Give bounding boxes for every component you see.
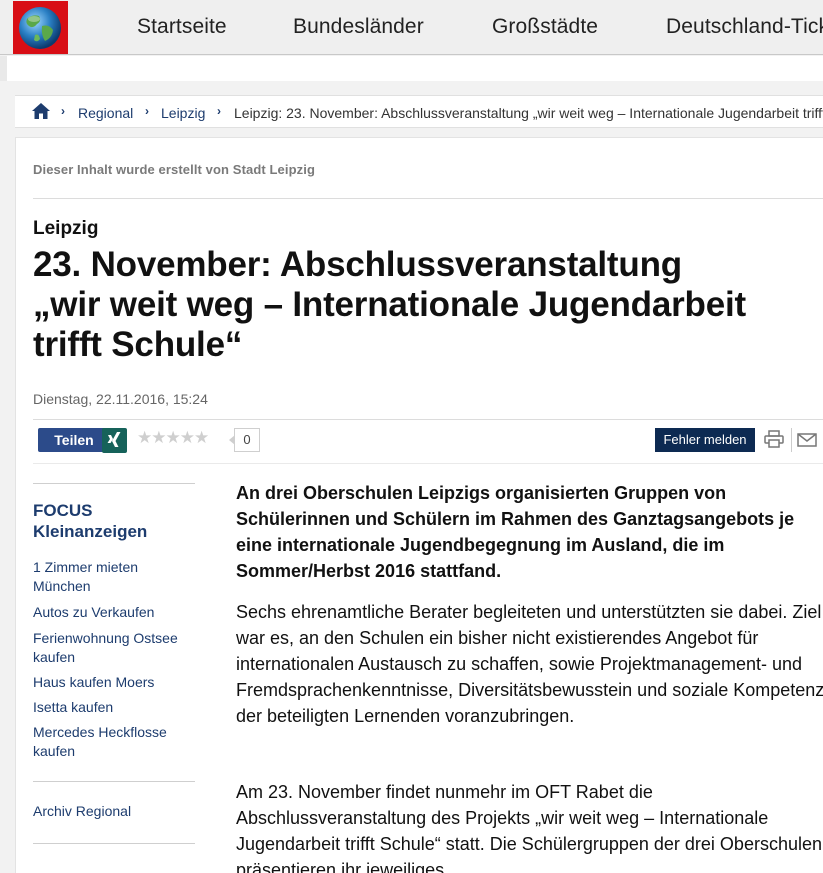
sidebar-link[interactable]: Autos zu Verkaufen [33,603,198,622]
divider [33,198,823,199]
sidebar-title-line: FOCUS [33,501,93,520]
divider [33,843,195,844]
title-line: „wir weit weg – Internationale Jugendarb… [33,285,746,324]
sidebar-link[interactable]: Mercedes Heckflosse kaufen [33,723,198,761]
sub-strip-inner [7,56,823,81]
source-note: Dieser Inhalt wurde erstellt von Stadt L… [33,162,315,177]
star-icon[interactable]: ★ [166,428,181,447]
home-icon[interactable] [31,102,51,120]
divider [33,483,195,484]
nav-deutschland-ticket[interactable]: Deutschland-Ticket [666,15,823,39]
breadcrumb-regional[interactable]: Regional [78,105,133,121]
star-icon[interactable]: ★ [151,428,166,447]
xing-share-button[interactable] [102,428,127,453]
sidebar-link[interactable]: Haus kaufen Moers [33,673,198,692]
print-icon[interactable] [764,430,784,448]
nav-grossstaedte[interactable]: Großstädte [492,15,598,39]
share-button[interactable]: Teilen [38,428,110,452]
globe-icon [19,7,61,49]
article-title: 23. November: Abschlussveranstaltung „wi… [33,245,823,365]
top-navigation: Startseite Bundesländer Großstädte Deuts… [0,0,823,55]
sidebar-link[interactable]: Ferienwohnung Ostsee kaufen [33,629,198,667]
nav-startseite[interactable]: Startseite [137,15,227,39]
title-line: 23. November: Abschlussveranstaltung [33,245,682,284]
star-icon[interactable]: ★ [180,428,195,447]
sidebar-title[interactable]: FOCUS Kleinanzeigen [33,500,147,542]
sidebar-link[interactable]: 1 Zimmer mieten München [33,558,198,596]
article-paragraph: Sechs ehrenamtliche Berater begleiteten … [236,602,823,726]
article-lead: An drei Oberschulen Leipzigs organisiert… [236,483,795,581]
xing-icon [107,432,121,447]
rating-stars[interactable]: ★★★★★ [137,428,209,448]
sidebar-title-line: Kleinanzeigen [33,522,148,541]
breadcrumb-leipzig[interactable]: Leipzig [161,105,205,121]
report-error-button[interactable]: Fehler melden [655,428,755,452]
article-kicker: Leipzig [33,218,99,239]
sidebar-link[interactable]: Isetta kaufen [33,698,198,717]
divider [33,419,823,420]
sidebar-archive-link[interactable]: Archiv Regional [33,802,198,821]
star-icon[interactable]: ★ [194,428,209,447]
star-icon[interactable]: ★ [137,428,152,447]
article-paragraph: Am 23. November findet nunmehr im OFT Ra… [236,782,822,873]
article-date: Dienstag, 22.11.2016, 15:24 [33,391,208,407]
chevron-right-icon: › [61,104,65,118]
chevron-right-icon: › [145,104,149,118]
focus-logo[interactable] [13,1,68,54]
breadcrumb-current: Leipzig: 23. November: Abschlussveransta… [234,105,823,121]
article-card: Dieser Inhalt wurde erstellt von Stadt L… [15,137,823,873]
mail-icon[interactable] [797,433,817,447]
breadcrumb: › Regional › Leipzig › Leipzig: 23. Nove… [15,95,823,128]
rating-count: 0 [229,428,260,452]
divider [791,428,792,452]
nav-bundeslaender[interactable]: Bundesländer [293,15,424,39]
title-line: trifft Schule“ [33,325,243,364]
divider [33,463,823,464]
chevron-right-icon: › [217,104,221,118]
divider [33,781,195,782]
